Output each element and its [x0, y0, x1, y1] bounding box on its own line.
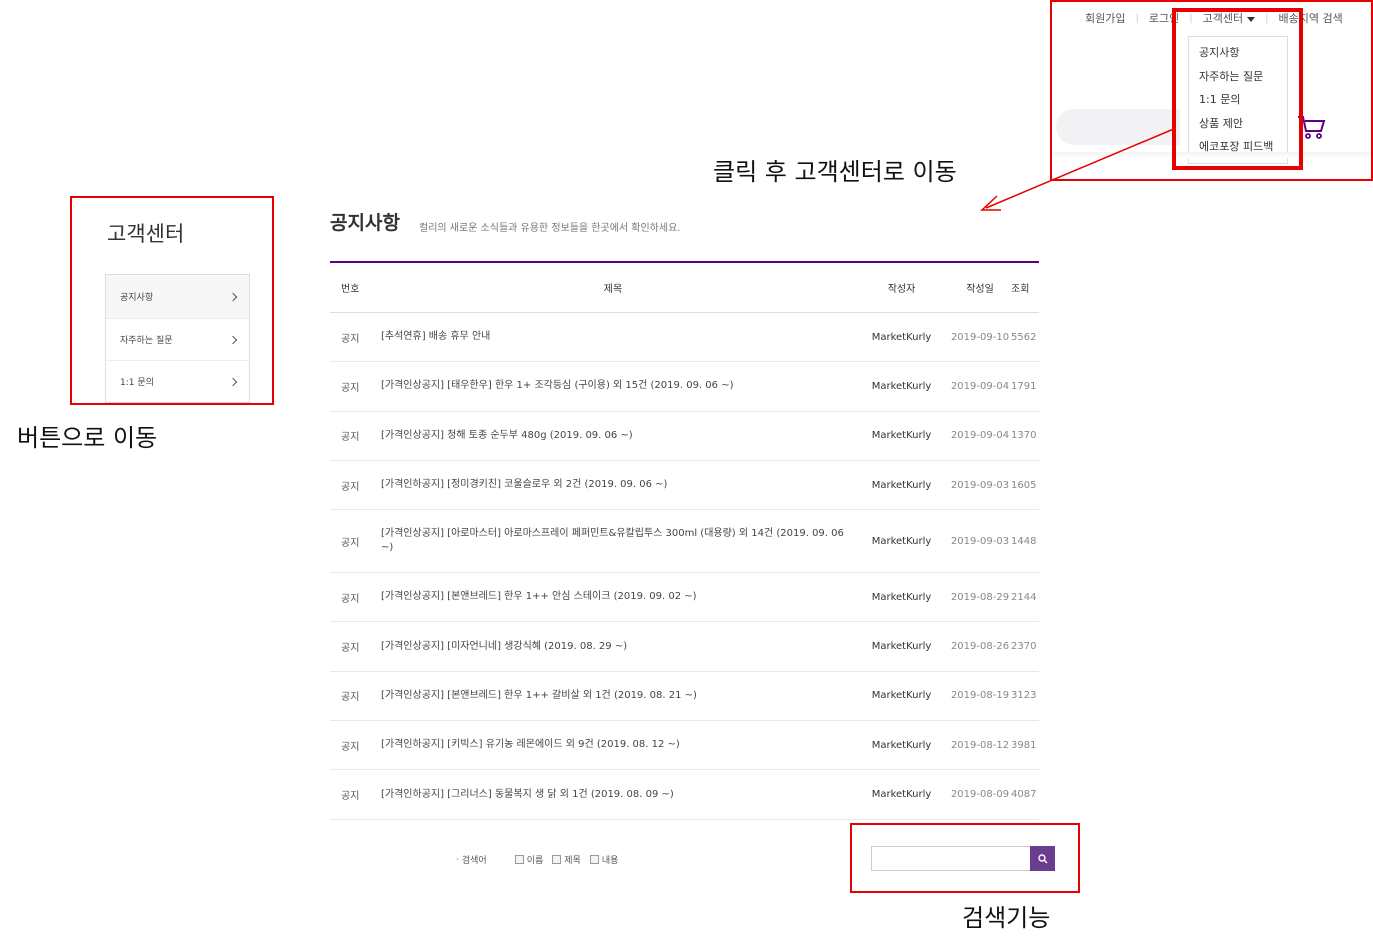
- row-no: 공지: [341, 692, 360, 704]
- row-title-link[interactable]: [추석연휴] 배송 휴무 안내: [372, 330, 854, 344]
- table-row[interactable]: 공지 [가격인상공지] [태우한우] 한우 1+ 조각등심 (구이용) 외 15…: [330, 362, 1039, 412]
- table-row[interactable]: 공지 [가격인상공지] [아로마스터] 아로마스프레이 페퍼민트&유칼립투스 3…: [330, 510, 1039, 574]
- row-writer: MarketKurly: [871, 535, 932, 547]
- table-row[interactable]: 공지 [가격인상공지] 청해 토종 순두부 480g (2019. 09. 06…: [330, 412, 1039, 461]
- table-row[interactable]: 공지 [가격인상공지] [미자언니네] 생강식혜 (2019. 08. 29 ~…: [330, 622, 1039, 672]
- row-title-link[interactable]: [가격인상공지] [본앤브레드] 한우 1++ 갈비살 외 1건 (2019. …: [372, 689, 854, 703]
- row-date: 2019-09-03: [950, 479, 1010, 491]
- row-title-link[interactable]: [가격인하공지] [키빅스] 유기농 레몬에이드 외 9건 (2019. 08.…: [372, 738, 854, 752]
- row-no: 공지: [341, 481, 360, 493]
- row-no: 공지: [341, 593, 360, 605]
- row-title-link[interactable]: [가격인상공지] [아로마스터] 아로마스프레이 페퍼민트&유칼립투스 300m…: [372, 527, 854, 555]
- row-title-link[interactable]: [가격인상공지] [본앤브레드] 한우 1++ 안심 스테이크 (2019. 0…: [372, 590, 854, 604]
- row-writer: MarketKurly: [871, 641, 932, 653]
- row-date: 2019-08-19: [950, 690, 1010, 702]
- table-row[interactable]: 공지 [가격인하공지] [키빅스] 유기농 레몬에이드 외 9건 (2019. …: [330, 721, 1039, 771]
- row-writer: MarketKurly: [871, 479, 932, 491]
- bullet-icon: ·: [456, 854, 459, 865]
- option-label: 이름: [526, 856, 544, 866]
- search-option-name[interactable]: 이름: [514, 853, 544, 866]
- option-label: 내용: [601, 856, 619, 866]
- search-option-title[interactable]: 제목: [552, 853, 581, 866]
- row-views: 5562: [1011, 331, 1037, 343]
- row-title-link[interactable]: [가격인상공지] 청해 토종 순두부 480g (2019. 09. 06 ~): [372, 429, 854, 443]
- row-no: 공지: [341, 537, 360, 549]
- row-title-link[interactable]: [가격인하공지] [정미경키친] 코울슬로우 외 2건 (2019. 09. 0…: [372, 478, 854, 492]
- row-views: 3981: [1011, 739, 1037, 751]
- row-date: 2019-08-29: [950, 591, 1010, 603]
- row-no: 공지: [341, 382, 360, 394]
- row-date: 2019-09-10: [950, 331, 1010, 343]
- search-label: 검색어: [461, 856, 487, 866]
- row-views: 1791: [1011, 380, 1037, 392]
- row-no: 공지: [341, 791, 360, 803]
- row-date: 2019-08-09: [950, 789, 1010, 801]
- row-title-link[interactable]: [가격인상공지] [태우한우] 한우 1+ 조각등심 (구이용) 외 15건 (…: [372, 379, 854, 393]
- row-date: 2019-08-26: [950, 641, 1010, 653]
- row-writer: MarketKurly: [871, 380, 932, 392]
- header-views: 조회: [1011, 284, 1030, 295]
- dropdown-highlight-box: [1172, 8, 1303, 170]
- checkbox-content[interactable]: [589, 855, 599, 864]
- row-views: 1370: [1011, 430, 1037, 442]
- row-date: 2019-09-04: [950, 380, 1010, 392]
- row-views: 1448: [1011, 535, 1037, 547]
- row-views: 3123: [1011, 690, 1037, 702]
- row-writer: MarketKurly: [871, 430, 932, 442]
- header-writer: 작성자: [887, 284, 916, 295]
- table-row[interactable]: 공지 [추석연휴] 배송 휴무 안내 MarketKurly 2019-09-1…: [330, 313, 1039, 363]
- board-header-row: 번호 제목 작성자 작성일 조회: [330, 261, 1039, 313]
- row-no: 공지: [341, 432, 360, 444]
- row-title-link[interactable]: [가격인하공지] [그리너스] 동물복지 생 닭 외 1건 (2019. 08.…: [372, 788, 854, 802]
- row-date: 2019-09-03: [950, 535, 1010, 547]
- table-row[interactable]: 공지 [가격인하공지] [정미경키친] 코울슬로우 외 2건 (2019. 09…: [330, 461, 1039, 511]
- row-no: 공지: [341, 643, 360, 655]
- header-no: 번호: [341, 284, 360, 295]
- row-date: 2019-08-12: [950, 739, 1010, 751]
- row-views: 1605: [1011, 479, 1037, 491]
- table-row[interactable]: 공지 [가격인상공지] [본앤브레드] 한우 1++ 갈비살 외 1건 (201…: [330, 672, 1039, 722]
- table-row[interactable]: 공지 [가격인하공지] [그리너스] 동물복지 생 닭 외 1건 (2019. …: [330, 770, 1039, 820]
- row-writer: MarketKurly: [871, 690, 932, 702]
- search-highlight-box: [850, 823, 1080, 893]
- page-title: 공지사항: [330, 212, 400, 234]
- search-options: · 검색어 이름 제목 내용: [456, 853, 619, 867]
- row-writer: MarketKurly: [871, 739, 932, 751]
- row-writer: MarketKurly: [871, 591, 932, 603]
- row-views: 4087: [1011, 789, 1037, 801]
- header-title: 제목: [603, 284, 623, 295]
- row-writer: MarketKurly: [871, 331, 932, 343]
- checkbox-title[interactable]: [552, 855, 562, 864]
- click-annotation: 클릭 후 고객센터로 이동: [713, 158, 957, 186]
- search-option-content[interactable]: 내용: [589, 853, 619, 866]
- header-date: 작성일: [966, 284, 994, 295]
- notice-board: 번호 제목 작성자 작성일 조회 공지 [추석연휴] 배송 휴무 안내 Mark…: [330, 261, 1039, 820]
- page-description: 컬리의 새로운 소식들과 유용한 정보들을 한곳에서 확인하세요.: [419, 223, 681, 234]
- row-writer: MarketKurly: [871, 789, 932, 801]
- checkbox-name[interactable]: [514, 855, 524, 864]
- row-views: 2144: [1011, 591, 1037, 603]
- row-no: 공지: [341, 741, 360, 753]
- row-no: 공지: [341, 333, 360, 345]
- row-date: 2019-09-04: [950, 430, 1010, 442]
- table-row[interactable]: 공지 [가격인상공지] [본앤브레드] 한우 1++ 안심 스테이크 (2019…: [330, 573, 1039, 623]
- button-annotation: 버튼으로 이동: [17, 424, 158, 452]
- row-title-link[interactable]: [가격인상공지] [미자언니네] 생강식혜 (2019. 08. 29 ~): [372, 640, 854, 654]
- option-label: 제목: [564, 856, 581, 866]
- search-annotation: 검색기능: [962, 904, 1051, 932]
- row-views: 2370: [1011, 641, 1037, 653]
- sidebar-highlight-box: [70, 196, 274, 405]
